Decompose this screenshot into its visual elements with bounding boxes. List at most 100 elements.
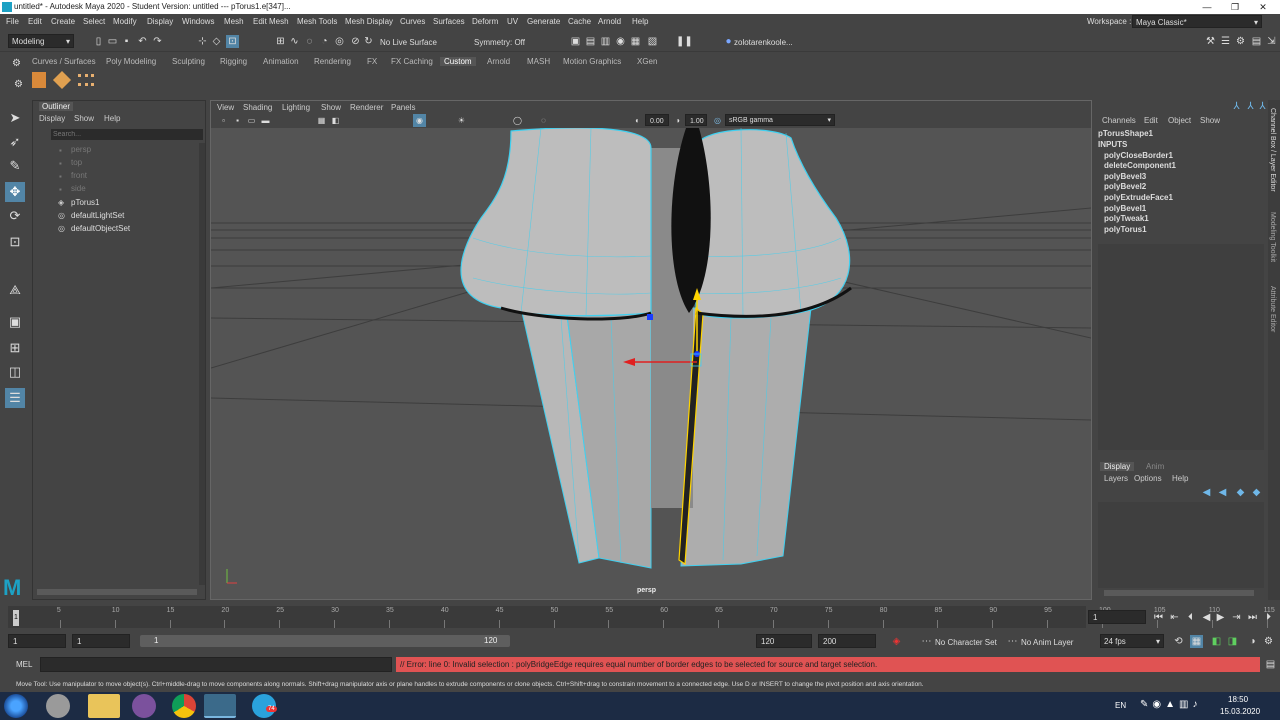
outliner-menu-show[interactable]: Show <box>74 114 94 123</box>
colorspace-dropdown[interactable]: sRGB gamma ▾ <box>725 114 835 126</box>
layer-tab-anim[interactable]: Anim <box>1146 462 1164 471</box>
open-scene-icon[interactable]: ▭ <box>106 35 119 48</box>
shelf-tab-arnold[interactable]: Arnold <box>487 57 510 66</box>
step-back-key-icon[interactable]: ⇤ <box>1168 611 1181 624</box>
snap-view-icon[interactable]: ◔ <box>318 35 331 48</box>
rotate-tool-icon[interactable]: ⟳ <box>5 206 25 226</box>
lasso-tool-icon[interactable]: ➶ <box>5 132 25 152</box>
layers-menu-options[interactable]: Options <box>1134 474 1162 483</box>
single-view-icon[interactable]: ▣ <box>5 312 25 332</box>
smooth-shade-icon[interactable]: ◧ <box>329 114 342 127</box>
live-surface-label[interactable]: No Live Surface <box>380 38 437 47</box>
hypershade-icon[interactable]: ◉ <box>614 35 627 48</box>
auto-key-icon[interactable]: ◈ <box>890 635 903 648</box>
shelf-tab-rigging[interactable]: Rigging <box>220 57 247 66</box>
layout-icon[interactable]: ⅄ <box>1230 100 1243 113</box>
viewport-menu-lighting[interactable]: Lighting <box>282 103 310 112</box>
layer-move-down-icon[interactable]: ◀ <box>1216 486 1229 499</box>
camera-attributes-icon[interactable]: ▫ <box>217 114 230 127</box>
scene-canvas[interactable] <box>211 128 1091 598</box>
viewport-menu-show[interactable]: Show <box>321 103 341 112</box>
snap-curve-icon[interactable]: ∿ <box>288 35 301 48</box>
shelf-menu-icon[interactable]: ⚙ <box>12 78 25 91</box>
wireframe-on-shaded-icon[interactable]: ◉ <box>413 114 426 127</box>
shelf-tab-custom[interactable]: Custom <box>440 57 476 66</box>
channels-menu-edit[interactable]: Edit <box>1144 116 1158 125</box>
select-hierarchy-icon[interactable]: ⊹ <box>196 35 209 48</box>
animation-end-field[interactable]: 200 <box>818 634 876 648</box>
menu-create[interactable]: Create <box>51 17 75 26</box>
shape-node-name[interactable]: pTorusShape1 <box>1098 129 1153 138</box>
shelf-tab-animation[interactable]: Animation <box>263 57 299 66</box>
menu-curves[interactable]: Curves <box>400 17 425 26</box>
input-node[interactable]: polyExtrudeFace1 <box>1104 193 1173 202</box>
menu-arnold[interactable]: Arnold <box>598 17 621 26</box>
script-editor-icon[interactable]: ▤ <box>1264 658 1277 671</box>
menu-mesh-display[interactable]: Mesh Display <box>345 17 393 26</box>
menu-edit[interactable]: Edit <box>28 17 42 26</box>
arnold-render-icon[interactable]: ▧ <box>646 35 659 48</box>
go-to-end-icon[interactable]: ⏭ <box>1246 611 1259 624</box>
input-node[interactable]: polyBevel1 <box>1104 204 1146 213</box>
outliner-item-defaultobjectset[interactable]: defaultObjectSet <box>71 224 130 233</box>
viewport-menu-panels[interactable]: Panels <box>391 103 415 112</box>
scale-tool-icon[interactable]: ⊡ <box>5 232 25 252</box>
attribute-editor-icon[interactable]: ☰ <box>1219 35 1232 48</box>
current-frame-field[interactable]: 1 <box>1088 610 1146 624</box>
taskbar-viber-icon[interactable] <box>132 694 156 718</box>
snap-surface-icon[interactable]: ◎ <box>333 35 346 48</box>
go-to-start-icon[interactable]: ⏮ <box>1152 611 1165 624</box>
user-account-label[interactable]: zolotarenkoole... <box>734 38 793 47</box>
snap-point-icon[interactable]: ◌ <box>303 35 316 48</box>
lighting-icon[interactable]: ☀ <box>455 114 468 127</box>
outliner-item-defaultlightset[interactable]: defaultLightSet <box>71 211 124 220</box>
new-layer-selected-icon[interactable]: ◆ <box>1250 486 1263 499</box>
menu-select[interactable]: Select <box>83 17 105 26</box>
menu-generate[interactable]: Generate <box>527 17 560 26</box>
shelf-tab-sculpting[interactable]: Sculpting <box>172 57 205 66</box>
last-tool-icon[interactable]: ⟁ <box>5 280 25 300</box>
fps-dropdown[interactable]: 24 fps ▾ <box>1100 634 1164 648</box>
pause-icon[interactable]: ❚❚ <box>676 35 693 48</box>
character-set-label[interactable]: No Character Set <box>935 638 997 647</box>
snap-grid-icon[interactable]: ⊞ <box>274 35 287 48</box>
shelf-tab-xgen[interactable]: XGen <box>637 57 657 66</box>
film-gate-icon[interactable]: ▬ <box>259 114 272 127</box>
ipr-render-icon[interactable]: ▤ <box>584 35 597 48</box>
move-tool-icon[interactable]: ✥ <box>5 182 25 202</box>
shelf-tab-rendering[interactable]: Rendering <box>314 57 351 66</box>
outliner-item-side[interactable]: side <box>71 184 86 193</box>
menu-mesh-tools[interactable]: Mesh Tools <box>297 17 337 26</box>
viewport-menu-view[interactable]: View <box>217 103 234 112</box>
redo-icon[interactable]: ↷ <box>151 35 164 48</box>
taskbar-file-explorer-icon[interactable] <box>88 694 120 718</box>
two-view-icon[interactable]: ◫ <box>5 362 25 382</box>
paint-select-icon[interactable]: ✎ <box>5 156 25 176</box>
expand-icon[interactable]: ⇲ <box>1265 35 1278 48</box>
history-icon[interactable]: ↻ <box>362 35 375 48</box>
new-layer-icon[interactable]: ◆ <box>1234 486 1247 499</box>
close-icon[interactable]: ✕ <box>1252 0 1274 14</box>
viewport-menu-shading[interactable]: Shading <box>243 103 272 112</box>
outliner-item-ptorus1[interactable]: pTorus1 <box>71 198 99 207</box>
anim-prefs-icon[interactable]: ◑ <box>1246 635 1259 648</box>
key-icon[interactable]: ◧ <box>1210 635 1223 648</box>
outliner-menu-help[interactable]: Help <box>104 114 120 123</box>
channels-menu-channels[interactable]: Channels <box>1102 116 1136 125</box>
shelf-tab-motion-graphics[interactable]: Motion Graphics <box>563 57 621 66</box>
channels-menu-show[interactable]: Show <box>1200 116 1220 125</box>
color-management-icon[interactable]: ◎ <box>711 114 724 127</box>
play-forward-icon[interactable]: ▶ <box>1214 611 1227 624</box>
outliner-h-scrollbar[interactable] <box>37 589 197 595</box>
menu-file[interactable]: File <box>6 17 19 26</box>
tool-settings-icon[interactable]: ⚙ <box>1234 35 1247 48</box>
layer-h-scrollbar[interactable] <box>1104 590 1254 596</box>
step-forward-frame-icon[interactable]: ⏵ <box>1262 611 1275 624</box>
select-component-icon[interactable]: ⊡ <box>226 35 239 48</box>
input-node[interactable]: polyBevel2 <box>1104 182 1146 191</box>
input-node[interactable]: polyBevel3 <box>1104 172 1146 181</box>
clock-time[interactable]: 18:50 <box>1228 695 1248 704</box>
playback-end-field[interactable]: 120 <box>756 634 812 648</box>
layers-menu-layers[interactable]: Layers <box>1104 474 1128 483</box>
input-node[interactable]: polyTorus1 <box>1104 225 1147 234</box>
